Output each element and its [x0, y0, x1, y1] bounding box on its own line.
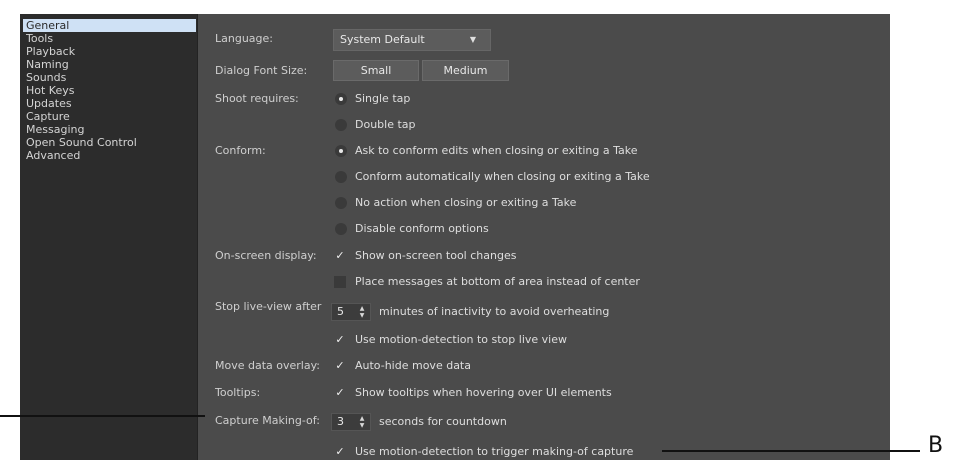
- making-of-seconds-value: 3: [337, 415, 344, 428]
- sidebar-item-updates[interactable]: Updates: [23, 97, 196, 110]
- tooltips-text: Show tooltips when hovering over UI elem…: [355, 386, 612, 399]
- shoot-label: Shoot requires:: [215, 92, 299, 105]
- conform-label: Conform:: [215, 144, 266, 157]
- sidebar-item-sounds[interactable]: Sounds: [23, 71, 196, 84]
- making-of-label: Capture Making-of:: [215, 414, 320, 427]
- tooltips-label: Tooltips:: [215, 386, 261, 399]
- language-label: Language:: [215, 32, 273, 45]
- sidebar-item-capture[interactable]: Capture: [23, 110, 196, 123]
- making-of-seconds-stepper[interactable]: 3 ▲ ▼: [331, 413, 371, 431]
- live-view-motion-checkbox[interactable]: ✓: [334, 334, 346, 346]
- live-view-minutes-value: 5: [337, 305, 344, 318]
- sidebar-item-hot-keys[interactable]: Hot Keys: [23, 84, 196, 97]
- shoot-double-tap-text: Double tap: [355, 118, 416, 131]
- font-size-medium-button[interactable]: Medium: [422, 60, 509, 81]
- stepper-arrows-icon[interactable]: ▲ ▼: [357, 415, 367, 429]
- live-view-suffix: minutes of inactivity to avoid overheati…: [379, 305, 610, 318]
- callout-line-a: [0, 415, 205, 417]
- live-view-motion-text: Use motion-detection to stop live view: [355, 333, 567, 346]
- language-dropdown[interactable]: System Default ▼: [333, 29, 491, 51]
- shoot-single-tap-text: Single tap: [355, 92, 411, 105]
- stepper-arrows-icon[interactable]: ▲ ▼: [357, 305, 367, 319]
- conform-auto-radio[interactable]: [335, 171, 347, 183]
- conform-disable-text: Disable conform options: [355, 222, 489, 235]
- sidebar-item-messaging[interactable]: Messaging: [23, 123, 196, 136]
- sidebar-item-open-sound-control[interactable]: Open Sound Control: [23, 136, 196, 149]
- font-size-label: Dialog Font Size:: [215, 64, 308, 77]
- shoot-double-tap-radio[interactable]: [335, 119, 347, 131]
- conform-disable-radio[interactable]: [335, 223, 347, 235]
- conform-auto-text: Conform automatically when closing or ex…: [355, 170, 650, 183]
- move-overlay-checkbox[interactable]: ✓: [334, 360, 346, 372]
- sidebar-item-playback[interactable]: Playback: [23, 45, 196, 58]
- move-overlay-label: Move data overlay:: [215, 359, 321, 372]
- conform-ask-radio[interactable]: [335, 145, 347, 157]
- place-bottom-text: Place messages at bottom of area instead…: [355, 275, 640, 288]
- sidebar-item-advanced[interactable]: Advanced: [23, 149, 196, 162]
- making-of-suffix: seconds for countdown: [379, 415, 507, 428]
- onscreen-label: On-screen display:: [215, 249, 317, 262]
- move-overlay-text: Auto-hide move data: [355, 359, 471, 372]
- preferences-sidebar: General Tools Playback Naming Sounds Hot…: [20, 14, 198, 460]
- language-value: System Default: [340, 33, 425, 46]
- place-bottom-checkbox[interactable]: [334, 276, 346, 288]
- live-view-minutes-stepper[interactable]: 5 ▲ ▼: [331, 303, 371, 321]
- show-changes-text: Show on-screen tool changes: [355, 249, 517, 262]
- conform-no-action-radio[interactable]: [335, 197, 347, 209]
- conform-no-action-text: No action when closing or exiting a Take: [355, 196, 577, 209]
- callout-line-b: [662, 450, 920, 452]
- sidebar-item-tools[interactable]: Tools: [23, 32, 196, 45]
- making-of-motion-checkbox[interactable]: ✓: [334, 446, 346, 458]
- show-changes-checkbox[interactable]: ✓: [334, 250, 346, 262]
- font-size-small-button[interactable]: Small: [333, 60, 419, 81]
- shoot-single-tap-radio[interactable]: [335, 93, 347, 105]
- callout-label-b: B: [928, 433, 944, 458]
- sidebar-item-general[interactable]: General: [23, 19, 196, 32]
- tooltips-checkbox[interactable]: ✓: [334, 387, 346, 399]
- chevron-down-icon: ▼: [469, 35, 476, 44]
- conform-ask-text: Ask to conform edits when closing or exi…: [355, 144, 638, 157]
- making-of-motion-text: Use motion-detection to trigger making-o…: [355, 445, 634, 458]
- sidebar-item-naming[interactable]: Naming: [23, 58, 196, 71]
- live-view-label: Stop live-view after: [215, 300, 322, 313]
